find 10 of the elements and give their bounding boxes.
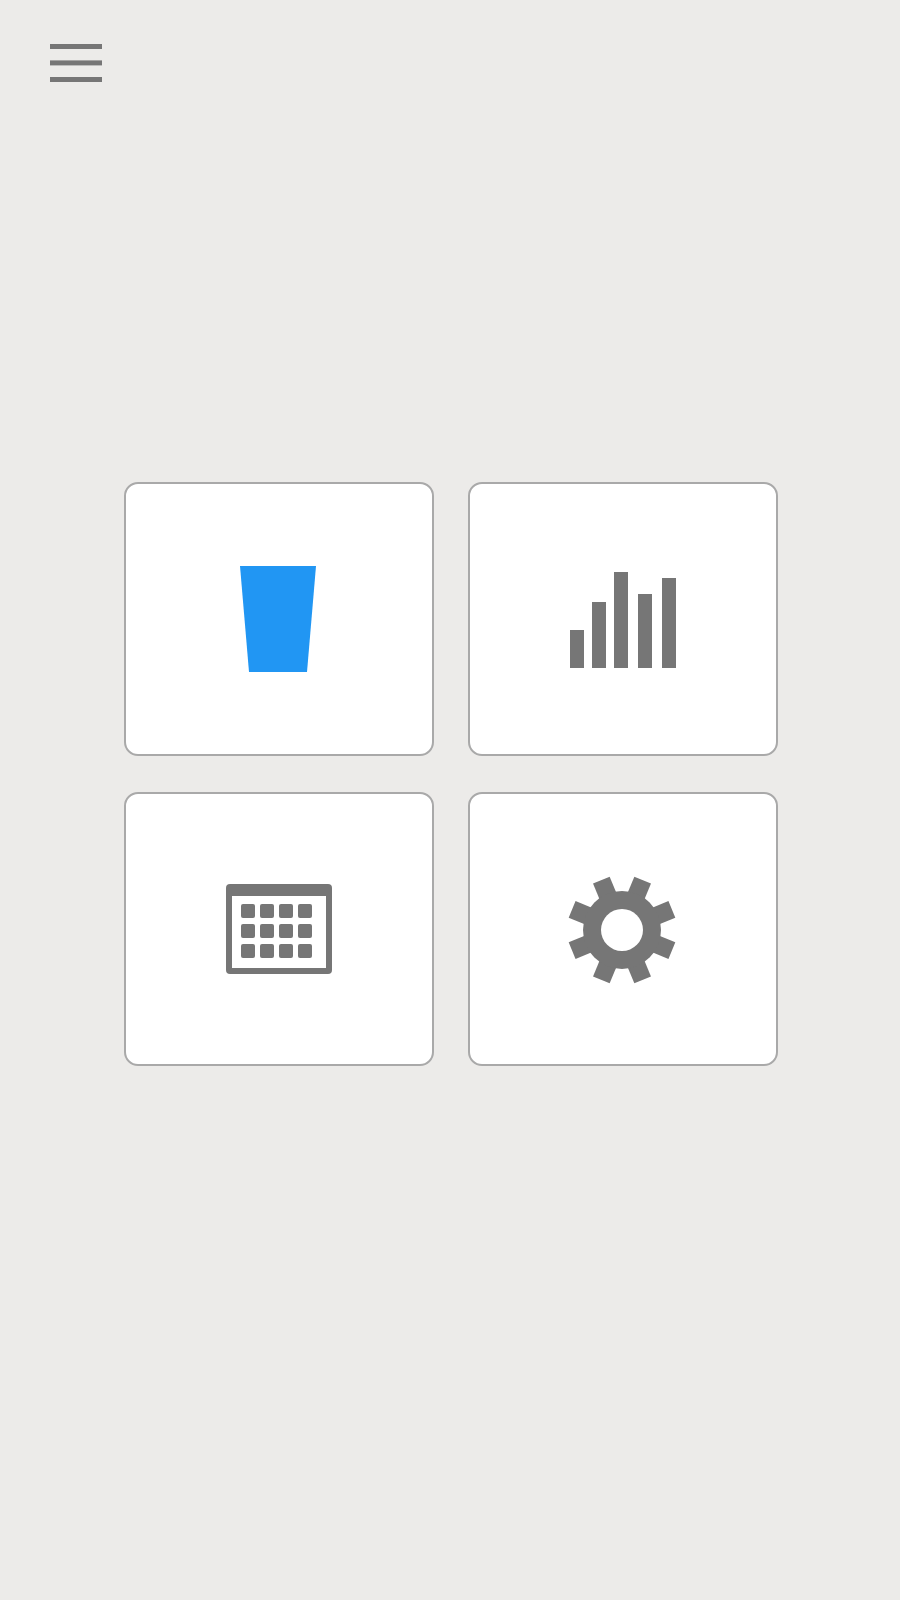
settings-icon [568,875,676,983]
menu-button[interactable] [50,44,102,82]
calendar-icon [225,884,331,974]
menu-icon [50,44,102,82]
cup-icon [240,566,316,672]
settings-tile[interactable] [467,792,777,1066]
bar-chart-icon [569,571,675,667]
drink-tile[interactable] [123,482,433,756]
stats-tile[interactable] [467,482,777,756]
calendar-tile[interactable] [123,792,433,1066]
